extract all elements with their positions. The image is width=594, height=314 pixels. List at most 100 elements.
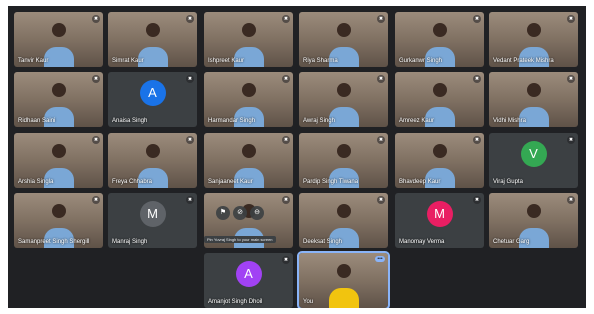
participant-tile[interactable]: A ✖ Amanjot Singh Dhoil [204,253,293,308]
participant-name: Manraj Singh [112,239,148,245]
participant-video-body [137,47,168,67]
participant-tile[interactable]: ✖ Bhavdeep Kaur [395,133,484,188]
more-options-icon[interactable]: ••• [375,256,385,262]
participant-tile[interactable]: ✖ Chetuar Garg [489,193,578,248]
participant-tile[interactable]: ✖ Gurkanwr Singh [395,12,484,67]
mic-off-icon: ✖ [473,136,481,144]
participant-video-body [43,107,74,127]
mic-off-icon: ✖ [282,256,290,264]
mic-off-icon[interactable]: ⊘ [233,206,247,220]
participant-name: Simrat Kaur [112,58,144,64]
mic-off-icon: ✖ [186,196,194,204]
participant-tile[interactable]: A ✖ Anaisa Singh [108,72,197,127]
participant-tile[interactable]: ✖ Riya Sharma [299,12,388,67]
participant-tile[interactable]: ✖ Deeksat Singh [299,193,388,248]
participant-name: Vidhi Mishra [493,118,526,124]
participant-video-head [241,23,256,37]
participant-name: Chetuar Garg [493,239,530,245]
participant-name: Vedant Prateek Mishra [493,58,554,64]
mic-off-icon: ✖ [186,75,194,83]
participant-tile[interactable]: ✖ Samanpreet Singh Shergill [14,193,103,248]
participant-tile[interactable]: ✖ Arshia Singla [14,133,103,188]
mic-off-icon: ✖ [473,15,481,23]
participant-tile[interactable]: ✖ Vidhi Mishra [489,72,578,127]
participant-video-head [51,204,66,218]
meeting-grid: ✖ Tanvir Kaur ✖ Simrat Kaur ✖ Ishpreet Kaur ✖ R… [8,6,586,308]
participant-video-head [51,144,66,158]
participant-tile[interactable]: ✖ Amreez Kaur [395,72,484,127]
participant-video-head [241,144,256,158]
remove-icon[interactable]: ⊖ [250,206,264,220]
pin-icon[interactable]: ⚑ [216,206,230,220]
participant-tile[interactable]: ✖ Ridhaan Saini [14,72,103,127]
participant-name: Anaisa Singh [112,118,148,124]
participant-tile[interactable]: ✖ Sanjaaneet Kaur [204,133,293,188]
participant-video-head [241,83,256,97]
participant-tile[interactable]: ••• You [297,251,390,308]
participant-tile[interactable]: ✖ Vedant Prateek Mishra [489,12,578,67]
participant-video-body [43,228,74,248]
participant-video-body [43,168,74,188]
participant-video-body [137,168,168,188]
participant-tile[interactable]: ✖ Tanvir Kaur [14,12,103,67]
tile-controls: ⚑ ⊘ ⊖ Pin Yuvraj Singh to your main screen [204,206,276,243]
participant-video-body [328,47,359,67]
participant-video-body [233,47,264,67]
participant-video-body [328,228,359,248]
avatar: V [520,141,547,167]
participant-video-head [432,144,447,158]
participant-name: Arshia Singla [18,179,54,185]
participant-video-head [336,83,351,97]
participant-name: Ridhaan Saini [18,118,56,124]
mic-off-icon: ✖ [377,75,385,83]
participant-name: Ishpreet Kaur [208,58,245,64]
participant-tile[interactable]: ✖ Awraj Singh [299,72,388,127]
mic-off-icon: ✖ [186,15,194,23]
participant-name: Amreez Kaur [399,118,435,124]
participant-video-head [526,83,541,97]
participant-video-body [328,288,359,308]
mic-off-icon: ✖ [567,136,575,144]
participant-tile[interactable]: ✖ Ishpreet Kaur [204,12,293,67]
participant-video-head [336,144,351,158]
participant-name: Manomay Verma [399,239,445,245]
mic-off-icon: ✖ [92,15,100,23]
mic-off-icon: ✖ [377,15,385,23]
participant-video-body [424,168,455,188]
participant-tile[interactable]: V ✖ Viraj Gupta [489,133,578,188]
mic-off-icon: ✖ [282,75,290,83]
participant-tile[interactable]: M ✖ Manraj Singh [108,193,197,248]
participant-video-head [145,144,160,158]
participant-tile[interactable]: ⚑ ⊘ ⊖ Pin Yuvraj Singh to your main screen ✖ [204,193,293,248]
mic-off-icon: ✖ [282,136,290,144]
participant-video-head [336,23,351,37]
mic-off-icon: ✖ [567,75,575,83]
avatar: M [426,201,453,227]
participant-tile[interactable]: ✖ Freya Chhabra [108,133,197,188]
mic-off-icon: ✖ [377,136,385,144]
avatar: A [139,80,166,106]
participant-video-head [51,23,66,37]
mic-off-icon: ✖ [473,75,481,83]
participant-video-body [518,228,549,248]
participant-name: Gurkanwr Singh [399,58,443,64]
participant-tile[interactable]: ✖ Harmandar Singh [204,72,293,127]
avatar: M [139,201,166,227]
participant-tile[interactable]: M ✖ Manomay Verma [395,193,484,248]
participant-tile[interactable]: ✖ Simrat Kaur [108,12,197,67]
mic-off-icon: ✖ [567,196,575,204]
participant-name: Sanjaaneet Kaur [208,179,253,185]
participant-video-head [51,83,66,97]
participant-video-body [328,107,359,127]
avatar: A [235,261,262,287]
mic-off-icon: ✖ [282,15,290,23]
participant-video-body [424,107,455,127]
mic-off-icon: ✖ [282,196,290,204]
participant-video-body [518,47,549,67]
participant-video-head [526,204,541,218]
participant-video-head [432,83,447,97]
participant-video-head [526,23,541,37]
mic-off-icon: ✖ [92,196,100,204]
participant-tile[interactable]: ✖ Pardip Singh Tiwana [299,133,388,188]
participant-video-body [233,107,264,127]
